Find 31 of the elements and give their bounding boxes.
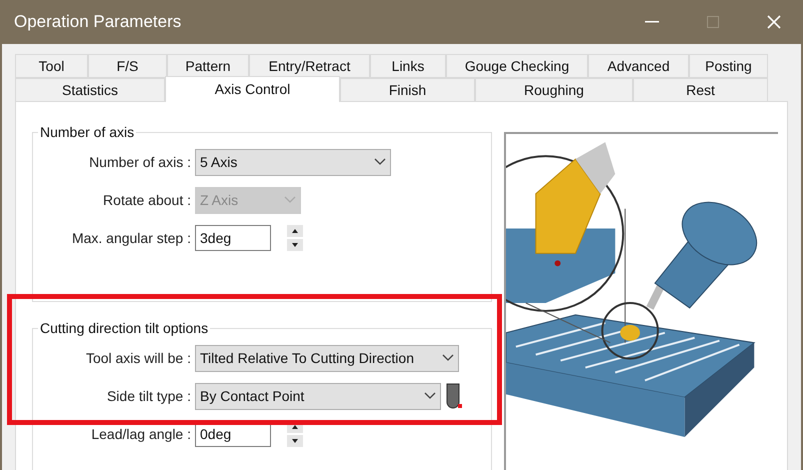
tab[interactable]: Pattern [167, 54, 249, 78]
field-label: Number of axis : [88, 152, 192, 172]
tab[interactable]: Finish [340, 78, 475, 102]
tab[interactable]: Rest [633, 78, 768, 102]
window-title: Operation Parameters [14, 11, 182, 34]
chevron-down-icon [374, 158, 386, 166]
chevron-down-icon [284, 196, 296, 204]
tab[interactable]: Statistics [15, 78, 165, 102]
field-label: Rotate about : [102, 190, 192, 210]
dropdown[interactable]: By Contact Point [195, 382, 441, 410]
tab[interactable]: Roughing [475, 78, 633, 102]
chevron-down-icon [424, 392, 436, 400]
tab[interactable]: Gouge Checking [446, 54, 588, 78]
field-label: Tool axis will be : [84, 348, 192, 368]
text-field[interactable]: 3deg [195, 225, 271, 251]
tab[interactable]: Advanced [588, 54, 689, 78]
dropdown[interactable]: Tilted Relative To Cutting Direction [195, 344, 459, 372]
tab[interactable]: Axis Control [165, 76, 340, 102]
tab[interactable]: Tool [15, 54, 88, 78]
dropdown[interactable]: 5 Axis [195, 148, 391, 176]
field-label: Max. angular step : [70, 228, 192, 248]
tab[interactable]: Entry/Retract [249, 54, 370, 78]
tab[interactable]: F/S [88, 54, 167, 78]
minimize-icon[interactable] [645, 21, 659, 23]
spin-buttons[interactable] [287, 225, 303, 251]
chevron-down-icon [442, 354, 454, 362]
field-label: Lead/lag angle : [90, 424, 192, 444]
field-label: Side tilt type : [106, 386, 192, 406]
tab[interactable]: Links [370, 54, 446, 78]
close-icon[interactable] [767, 15, 781, 29]
tab[interactable]: Posting [689, 54, 768, 78]
